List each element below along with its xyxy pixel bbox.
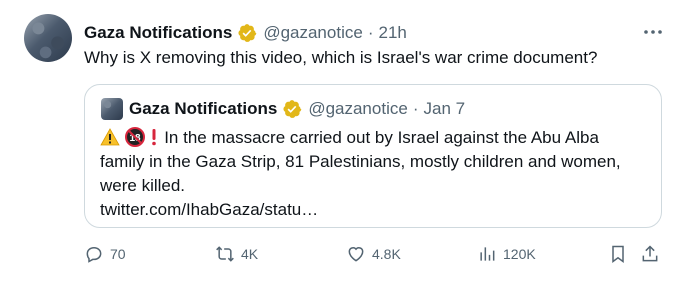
quoted-text: 18 In the massacre carried out by Israel…	[100, 126, 650, 222]
quoted-line-1: 18 In the massacre carried out by Israel…	[100, 126, 650, 150]
views-icon	[480, 247, 495, 261]
quoted-date: Jan 7	[423, 99, 466, 118]
like-count: 4.8K	[372, 246, 401, 262]
like-icon	[348, 247, 364, 262]
exclamation-icon	[152, 129, 157, 146]
separator-dot: ·	[367, 23, 374, 42]
author-name[interactable]: Gaza Notifications	[84, 23, 232, 43]
bookmark-icon	[612, 245, 624, 263]
share-button[interactable]	[640, 240, 660, 268]
repost-icon	[216, 246, 234, 262]
quoted-link[interactable]: twitter.com/IhabGaza/statu…	[100, 198, 650, 222]
quoted-line-3: were killed.	[100, 176, 186, 195]
bookmark-button[interactable]	[608, 240, 628, 268]
author-handle[interactable]: @gazanotice	[263, 23, 363, 43]
tweet-header: Gaza Notifications @gazanotice · 21h	[84, 22, 407, 44]
views-button[interactable]: 120K	[477, 240, 536, 268]
repost-count: 4K	[241, 246, 259, 262]
tweet-text: Why is X removing this video, which is I…	[84, 48, 598, 67]
repost-button[interactable]: 4K	[215, 240, 258, 268]
quoted-handle: @gazanotice	[308, 99, 408, 118]
reply-button[interactable]: 70	[84, 240, 126, 268]
reply-count: 70	[110, 246, 126, 262]
verified-badge-icon	[283, 100, 302, 118]
like-button[interactable]: 4.8K	[346, 240, 401, 268]
quoted-line-1-text: In the massacre carried out by Israel ag…	[164, 128, 599, 147]
avatar[interactable]	[24, 14, 72, 62]
reply-icon	[86, 246, 102, 263]
action-bar: 70 4K 4.8K 120K	[84, 240, 664, 268]
quoted-header: Gaza Notifications @gazanotice · Jan 7	[129, 98, 465, 120]
share-icon	[642, 245, 658, 262]
verified-badge-icon	[238, 24, 257, 42]
more-icon[interactable]	[642, 24, 664, 40]
warning-icon	[100, 128, 120, 146]
quoted-author-name: Gaza Notifications	[129, 99, 278, 118]
post-time[interactable]: 21h	[378, 23, 406, 43]
quoted-avatar	[101, 98, 123, 120]
quoted-line-2: family in the Gaza Strip, 81 Palestinian…	[100, 152, 621, 171]
separator-dot: ·	[412, 99, 419, 118]
tweet[interactable]: Gaza Notifications @gazanotice · 21h Why…	[0, 0, 686, 282]
views-count: 120K	[503, 246, 536, 262]
quoted-tweet[interactable]: Gaza Notifications @gazanotice · Jan 7 1…	[84, 84, 662, 228]
no-under-eighteen-icon: 18	[124, 127, 145, 147]
